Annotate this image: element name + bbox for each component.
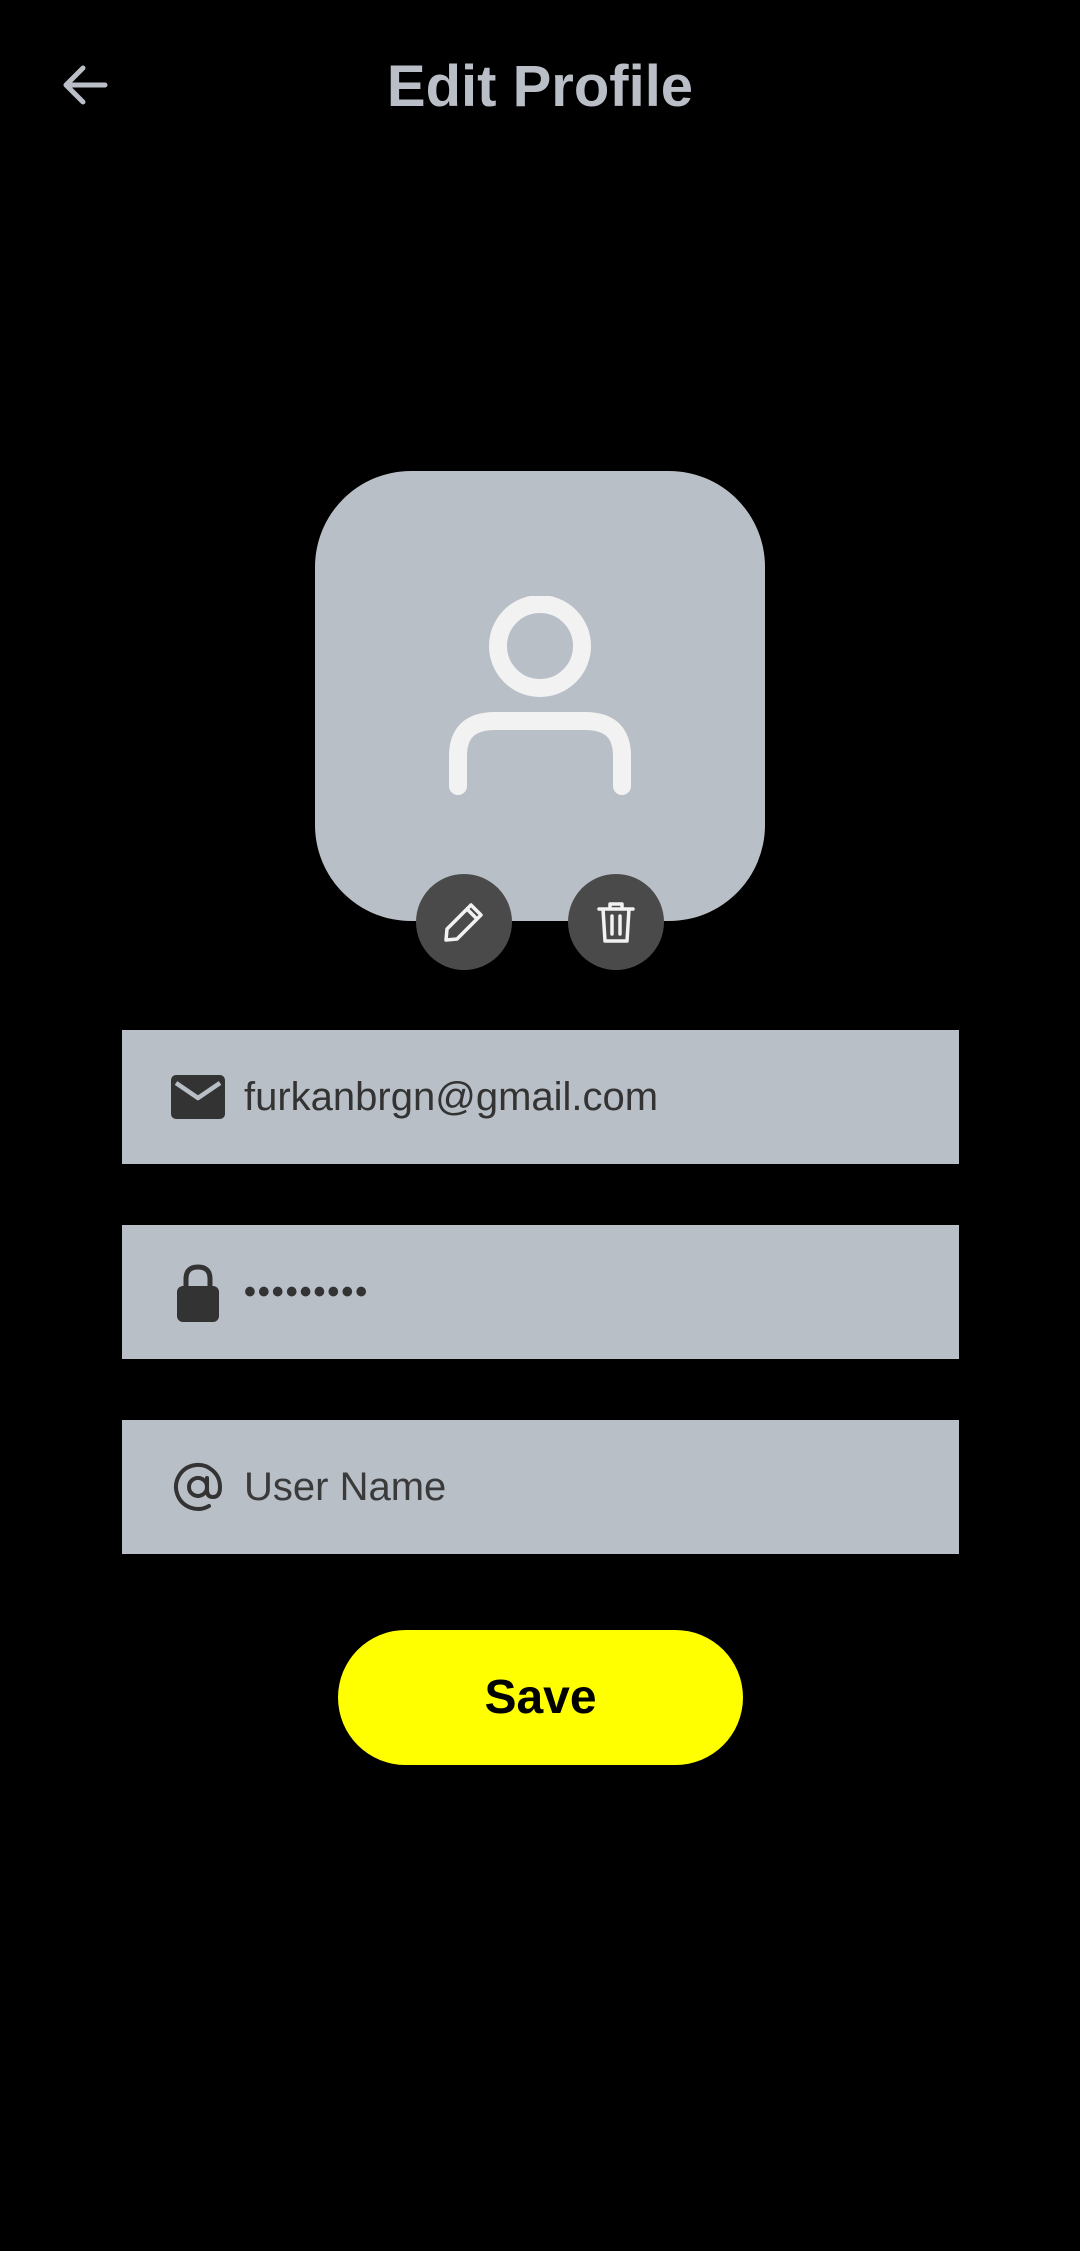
at-icon (170, 1459, 226, 1515)
password-value: ••••••••• (244, 1272, 370, 1311)
user-icon (449, 596, 631, 795)
avatar[interactable] (315, 471, 765, 921)
lock-icon (170, 1264, 226, 1322)
app-header: Edit Profile (0, 0, 1080, 175)
username-placeholder: User Name (244, 1464, 447, 1509)
save-button[interactable]: Save (338, 1630, 743, 1765)
delete-photo-button[interactable] (568, 874, 664, 970)
username-field[interactable]: User Name (122, 1420, 959, 1554)
trash-icon (597, 902, 635, 943)
pencil-icon (444, 903, 483, 942)
save-button-label: Save (484, 1671, 597, 1724)
page-title: Edit Profile (386, 54, 694, 119)
profile-avatar-section (315, 471, 765, 970)
password-field[interactable]: ••••••••• (122, 1225, 959, 1359)
envelope-icon (170, 1069, 226, 1125)
edit-photo-button[interactable] (416, 874, 512, 970)
email-field[interactable]: furkanbrgn@gmail.com (122, 1030, 959, 1164)
email-value: furkanbrgn@gmail.com (244, 1074, 659, 1119)
